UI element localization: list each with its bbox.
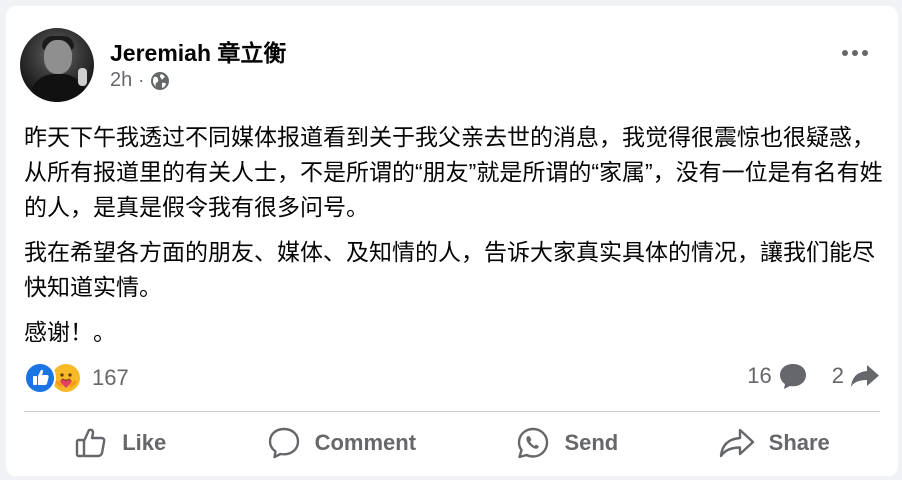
- thumbs-up-icon: [74, 426, 108, 460]
- comment-icon: [267, 426, 301, 460]
- post-text: 昨天下午我透过不同媒体报道看到关于我父亲去世的消息，我觉得很震惊也很疑惑，从所有…: [24, 120, 884, 360]
- comment-bubble-icon: [778, 362, 808, 390]
- comment-button[interactable]: Comment: [253, 420, 430, 466]
- comment-count[interactable]: 16: [747, 362, 807, 390]
- comment-count-value: 16: [747, 363, 772, 388]
- reaction-count: 167: [92, 365, 129, 390]
- share-count-value: 2: [831, 363, 844, 388]
- like-button[interactable]: Like: [60, 420, 180, 466]
- post-paragraph: 感谢！。: [24, 319, 116, 345]
- avatar[interactable]: [20, 28, 94, 102]
- more-options-icon[interactable]: [842, 50, 868, 56]
- action-bar: Like Comment Send Share: [24, 418, 880, 468]
- share-count[interactable]: 2: [832, 363, 880, 389]
- author-name[interactable]: Jeremiah 章立衡: [110, 34, 286, 68]
- send-label: Send: [564, 430, 619, 455]
- share-arrow-icon: [850, 363, 880, 389]
- share-icon: [719, 427, 755, 459]
- like-label: Like: [122, 430, 167, 455]
- send-button[interactable]: Send: [502, 420, 632, 466]
- comment-label: Comment: [314, 430, 417, 455]
- post-card: Jeremiah 章立衡 2h · 昨天下午我透过不同媒体报道看到关于我父亲去世…: [6, 6, 898, 476]
- like-reaction-icon: [24, 362, 56, 394]
- post-paragraph: 昨天下午我透过不同媒体报道看到关于我父亲去世的消息，我觉得很震惊也很疑惑，从所有…: [24, 124, 883, 220]
- meta-separator: ·: [138, 70, 145, 90]
- share-button[interactable]: Share: [705, 421, 844, 465]
- post-meta: 2h ·: [110, 69, 170, 92]
- whatsapp-icon: [516, 426, 550, 460]
- globe-icon[interactable]: [150, 71, 170, 91]
- post-time[interactable]: 2h: [110, 69, 132, 92]
- share-label: Share: [768, 430, 830, 455]
- post-paragraph: 我在希望各方面的朋友、媒体、及知情的人，告诉大家真实具体的情况，讓我们能尽快知道…: [24, 239, 875, 300]
- divider: [24, 411, 880, 412]
- reactions-summary[interactable]: 167: [24, 362, 129, 394]
- post-stats: 16 2: [747, 362, 880, 390]
